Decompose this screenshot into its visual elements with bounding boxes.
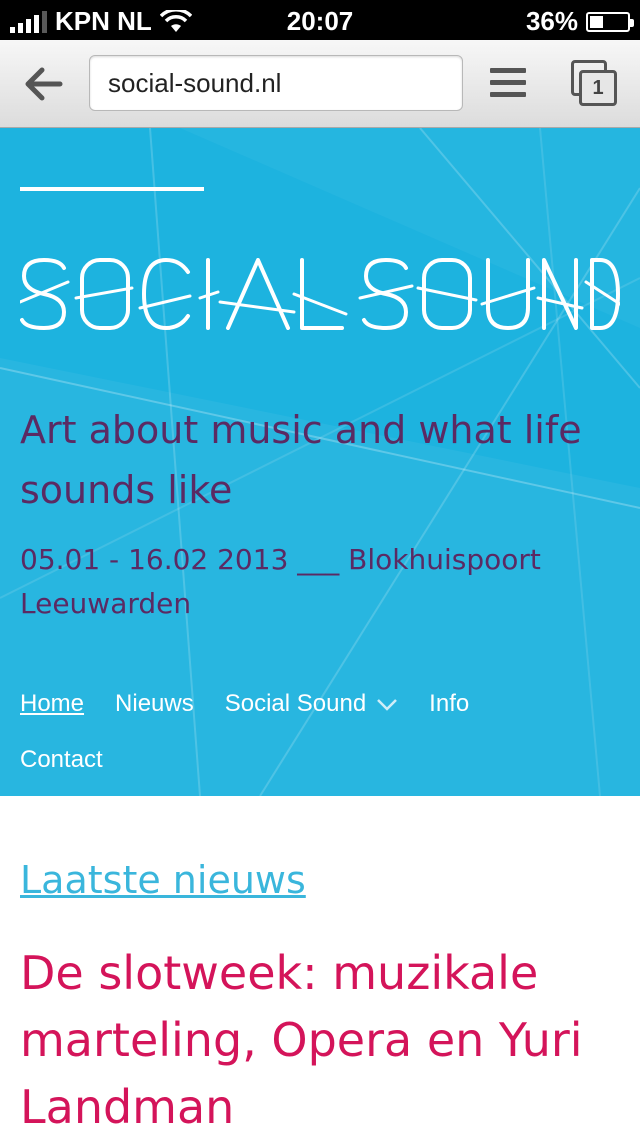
back-arrow-icon [25, 67, 63, 101]
nav-item-info[interactable]: Info [429, 690, 469, 718]
browser-toolbar: social-sound.nl 1 [0, 40, 640, 128]
tagline: Art about music and what life sounds lik… [20, 408, 582, 512]
article-title[interactable]: De slotweek: muzikale marteling, Opera e… [20, 940, 620, 1141]
battery-icon [586, 11, 634, 32]
main-nav: Home Nieuws Social Sound Info Contact [20, 676, 620, 788]
nav-item-nieuws[interactable]: Nieuws [115, 690, 194, 718]
event-dates: 05.01 - 16.02 2013 ___ Blokhuispoort Lee… [20, 543, 541, 620]
nav-item-contact[interactable]: Contact [20, 746, 103, 774]
nav-item-label: Social Sound [224, 690, 367, 717]
battery-percent: 36% [525, 6, 578, 36]
tabs-button[interactable]: 1 [571, 60, 619, 108]
menu-icon [490, 64, 526, 97]
address-bar[interactable]: social-sound.nl [89, 55, 463, 111]
chevron-down-icon [377, 698, 398, 711]
back-button[interactable] [20, 60, 68, 108]
hero-banner: Art about music and what life sounds lik… [0, 128, 640, 796]
hero-rule [20, 187, 204, 191]
nav-item-social-sound[interactable]: Social Sound [225, 690, 398, 718]
nav-row-1: Home Nieuws Social Sound Info [20, 676, 620, 732]
menu-button[interactable] [490, 64, 526, 104]
nav-item-home[interactable]: Home [20, 690, 84, 718]
social-sound-logo[interactable] [20, 258, 620, 330]
status-right: 36% [525, 6, 634, 37]
battery-fill [590, 15, 603, 28]
latest-news-link[interactable]: Laatste nieuws [20, 858, 306, 902]
nav-row-2: Contact [20, 732, 620, 788]
status-bar: KPN NL 20:07 36% [0, 0, 640, 40]
